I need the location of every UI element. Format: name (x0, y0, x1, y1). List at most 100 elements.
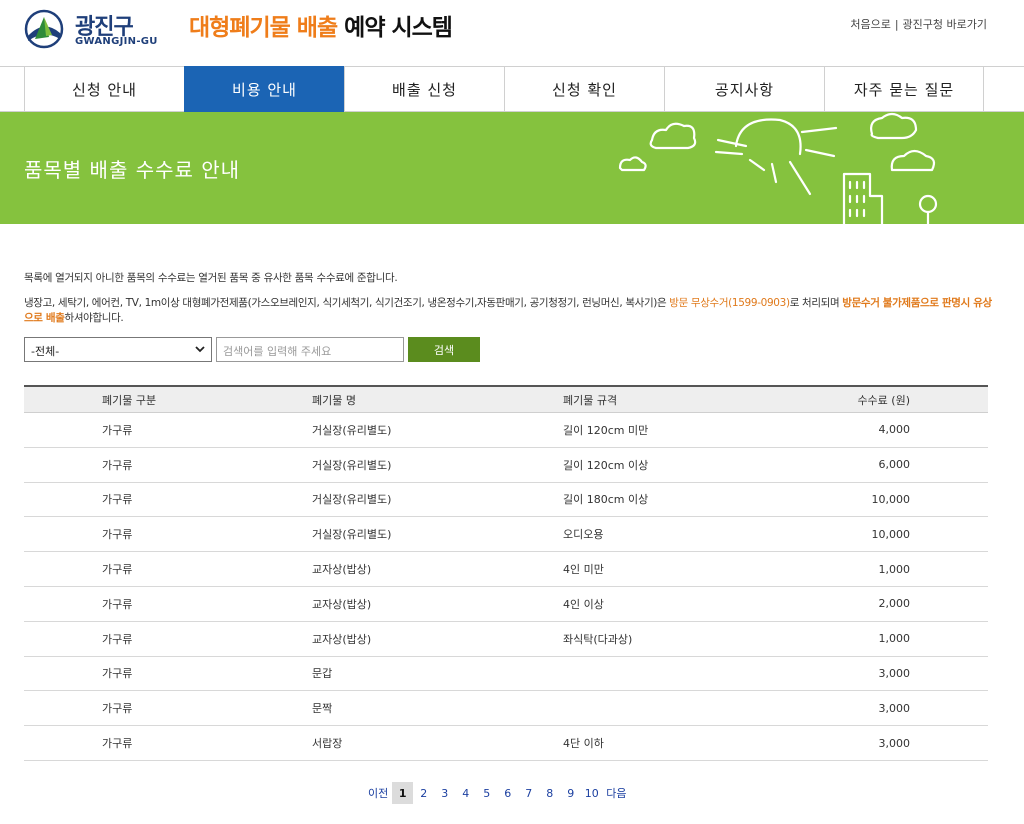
page-link-2[interactable]: 2 (413, 782, 434, 804)
header-category: 폐기물 구분 (102, 393, 157, 407)
cell-category: 가구류 (102, 597, 133, 611)
cell-category: 가구류 (102, 667, 133, 681)
page-banner: 품목별 배출 수수료 안내 (0, 112, 1024, 224)
nav-item-faq[interactable]: 자주 묻는 질문 (824, 66, 984, 113)
cell-item-name: 서랍장 (312, 737, 343, 751)
cell-item-name: 거실장(유리별도) (312, 423, 392, 437)
site-title-rest: 예약 시스템 (344, 15, 453, 41)
table-header: 폐기물 구분 폐기물 명 폐기물 규격 수수료 (원) (24, 385, 988, 413)
cloud-icon (649, 122, 697, 150)
cell-fee: 4,000 (878, 423, 911, 437)
gwangjin-logo[interactable]: 광진구 GWANGJIN-GU (23, 9, 173, 51)
table-row: 가구류 거실장(유리별도) 길이 120cm 이상 6,000 (24, 448, 988, 483)
search-button[interactable]: 검색 (408, 337, 480, 362)
cell-spec: 오디오용 (563, 528, 604, 542)
table-row: 가구류 서랍장 4단 이하 3,000 (24, 726, 988, 761)
site-header: 광진구 GWANGJIN-GU 대형폐기물 배출 예약 시스템 처음으로 | 광진구… (0, 0, 1024, 66)
cell-spec: 길이 120cm 이상 (563, 458, 649, 472)
page-link-6[interactable]: 6 (497, 782, 518, 804)
cell-item-name: 문갑 (312, 667, 333, 681)
fee-notice-text: 목록에 열거되지 아니한 품목의 수수료는 열거된 품목 중 유사한 품목 수수… (24, 272, 398, 284)
cell-spec: 길이 180cm 이상 (563, 493, 649, 507)
cell-fee: 3,000 (878, 736, 911, 750)
page-link-7[interactable]: 7 (518, 782, 539, 804)
nav-item-disposal-request[interactable]: 배출 신청 (344, 66, 504, 113)
tree-icon (918, 194, 938, 214)
cell-spec: 좌식탁(다과상) (563, 632, 633, 646)
cell-fee: 10,000 (871, 492, 911, 506)
appliance-notice-text: 냉장고, 세탁기, 에어컨, TV, 1m이상 대형폐가전제품(가스오브레인지,… (24, 296, 992, 326)
table-row: 가구류 거실장(유리별도) 오디오용 10,000 (24, 517, 988, 553)
cell-item-name: 교자상(밥상) (312, 563, 372, 577)
sun-icon (734, 118, 802, 156)
cloud-icon (618, 156, 647, 172)
header-item-name: 폐기물 명 (312, 393, 356, 407)
cell-item-name: 교자상(밥상) (312, 632, 372, 646)
cloud-icon (870, 112, 918, 140)
cell-category: 가구류 (102, 737, 133, 751)
category-select[interactable]: -전체- (24, 337, 212, 362)
appliance-notice-part-a: 냉장고, 세탁기, 에어컨, TV, 1m이상 대형폐가전제품(가스오브레인지,… (24, 297, 670, 309)
page-link-3[interactable]: 3 (434, 782, 455, 804)
nav-item-request-check[interactable]: 신청 확인 (504, 66, 664, 113)
page-link-4[interactable]: 4 (455, 782, 476, 804)
site-title-accent: 대형폐기물 배출 (189, 15, 338, 41)
appliance-notice-part-b: 로 처리되며 (789, 297, 843, 309)
cell-fee: 2,000 (878, 597, 911, 611)
main-nav: 신청 안내 비용 안내 배출 신청 신청 확인 공지사항 자주 묻는 질문 (0, 66, 1024, 113)
page-link-1[interactable]: 1 (392, 782, 414, 804)
link-separator: | (894, 18, 899, 31)
cell-category: 가구류 (102, 563, 133, 577)
cell-spec: 4단 이하 (563, 737, 604, 751)
gwangjin-office-link[interactable]: 광진구청 바로가기 (903, 18, 987, 31)
cell-spec: 길이 120cm 미만 (563, 423, 649, 437)
category-select-value: -전체- (31, 345, 60, 358)
nav-item-application-guide[interactable]: 신청 안내 (24, 66, 184, 113)
cell-category: 가구류 (102, 458, 133, 472)
gwangjin-emblem-icon (24, 9, 64, 49)
header-spec: 폐기물 규격 (563, 393, 618, 407)
cell-item-name: 거실장(유리별도) (312, 493, 392, 507)
cell-item-name: 교자상(밥상) (312, 597, 372, 611)
page-link-8[interactable]: 8 (539, 782, 560, 804)
nav-item-notices[interactable]: 공지사항 (664, 66, 824, 113)
page-link-5[interactable]: 5 (476, 782, 497, 804)
cell-fee: 10,000 (871, 527, 911, 541)
cell-spec: 4인 이상 (563, 597, 604, 611)
page-link-10[interactable]: 10 (581, 782, 602, 804)
appliance-notice-part-c: 하셔야합니다. (64, 312, 124, 324)
cell-fee: 1,000 (878, 632, 911, 646)
cell-spec: 4인 미만 (563, 563, 604, 577)
table-row: 가구류 거실장(유리별도) 길이 120cm 미만 4,000 (24, 413, 988, 448)
page-link-9[interactable]: 9 (560, 782, 581, 804)
pagination: 이전 1 2 3 4 5 6 7 8 9 10 다음 (364, 782, 631, 804)
cell-item-name: 거실장(유리별도) (312, 458, 392, 472)
cell-category: 가구류 (102, 632, 133, 646)
cell-category: 가구류 (102, 702, 133, 716)
city-sun-illustration (618, 112, 938, 224)
cell-category: 가구류 (102, 493, 133, 507)
cell-fee: 3,000 (878, 666, 911, 680)
table-row: 가구류 교자상(밥상) 4인 미만 1,000 (24, 552, 988, 587)
table-row: 가구류 문짝 3,000 (24, 691, 988, 727)
table-row: 가구류 교자상(밥상) 4인 이상 2,000 (24, 587, 988, 622)
fee-table: 폐기물 구분 폐기물 명 폐기물 규격 수수료 (원) 가구류 거실장(유리별도)… (24, 385, 988, 761)
cell-item-name: 문짝 (312, 702, 333, 716)
cell-item-name: 거실장(유리별도) (312, 528, 392, 542)
page-title: 품목별 배출 수수료 안내 (24, 158, 241, 182)
home-link[interactable]: 처음으로 (850, 18, 890, 31)
cell-fee: 3,000 (878, 701, 911, 715)
next-page-link[interactable]: 다음 (602, 785, 630, 801)
top-links: 처음으로 | 광진구청 바로가기 (850, 16, 987, 32)
cell-category: 가구류 (102, 528, 133, 542)
search-input[interactable]: 검색어를 입력해 주세요 (216, 337, 404, 362)
nav-item-fee-guide[interactable]: 비용 안내 (184, 66, 344, 113)
table-row: 가구류 거실장(유리별도) 길이 180cm 이상 10,000 (24, 483, 988, 518)
logo-english-text: GWANGJIN-GU (75, 36, 158, 47)
prev-page-link[interactable]: 이전 (364, 785, 392, 801)
cell-fee: 6,000 (878, 458, 911, 472)
table-row: 가구류 교자상(밥상) 좌식탁(다과상) 1,000 (24, 622, 988, 657)
chevron-down-icon (195, 346, 205, 353)
cell-fee: 1,000 (878, 562, 911, 576)
cell-category: 가구류 (102, 423, 133, 437)
